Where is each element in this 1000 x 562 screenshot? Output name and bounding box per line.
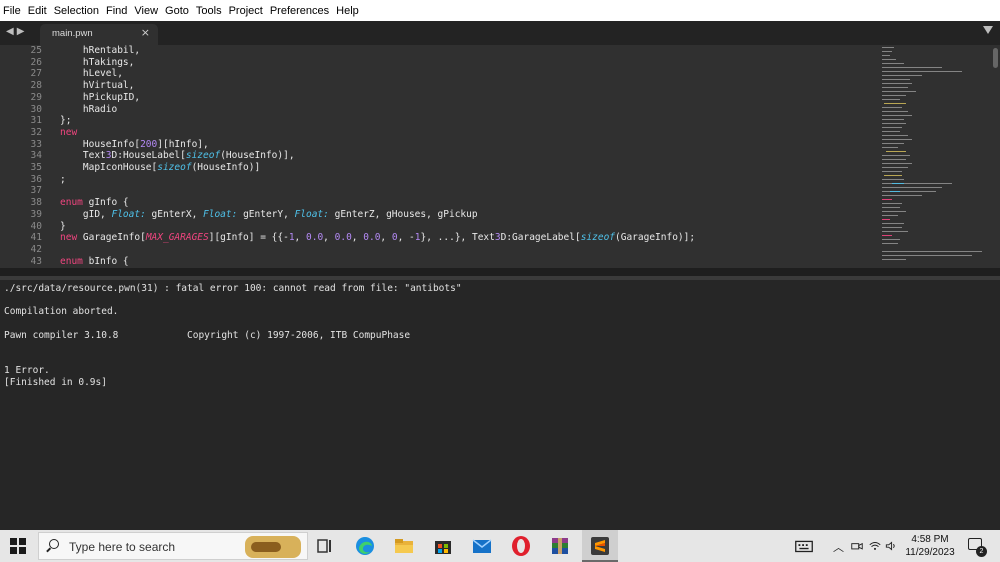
code-line: } xyxy=(60,220,66,232)
code-line: hRentabil, xyxy=(60,45,141,56)
output-line: Compilation aborted. xyxy=(4,306,119,317)
system-clock[interactable]: 4:58 PM 11/29/2023 xyxy=(900,533,960,559)
build-output-panel[interactable]: ./src/data/resource.pwn(31) : fatal erro… xyxy=(0,280,1000,530)
tab-label: main.pwn xyxy=(52,28,93,39)
code-line: }; xyxy=(60,115,72,127)
output-line: Pawn compiler 3.10.8 Copyright (c) 1997-… xyxy=(4,330,411,341)
edge-icon[interactable] xyxy=(353,534,377,558)
code-line: hPickupID, xyxy=(60,91,141,103)
search-icon xyxy=(49,539,59,549)
line-number: 34 xyxy=(30,150,42,162)
tab-navigation: ◀ ▶ xyxy=(6,26,24,38)
task-view-icon[interactable] xyxy=(313,534,337,558)
line-number: 41 xyxy=(30,232,42,244)
code-line: hTakings, xyxy=(60,56,135,68)
line-number: 29 xyxy=(30,91,42,103)
code-line: MapIconHouse[sizeof(HouseInfo)] xyxy=(60,162,261,173)
line-number: 38 xyxy=(30,197,42,209)
meet-now-icon[interactable] xyxy=(850,534,864,558)
output-error-line: ./src/data/resource.pwn(31) : fatal erro… xyxy=(4,283,462,294)
tab-next-icon[interactable]: ▶ xyxy=(17,26,25,38)
wifi-icon[interactable] xyxy=(868,534,882,558)
menu-selection[interactable]: Selection xyxy=(54,5,99,17)
code-line: HouseInfo[200][hInfo], xyxy=(60,138,209,150)
code-line: Text3D:HouseLabel[sizeof(HouseInfo)], xyxy=(60,150,295,162)
opera-icon[interactable] xyxy=(509,534,533,558)
mail-icon[interactable] xyxy=(470,534,494,558)
code-line: enum bInfo { xyxy=(60,255,129,267)
menu-help[interactable]: Help xyxy=(336,5,359,17)
minimap-preview xyxy=(882,47,982,260)
code-area[interactable]: hRentabil, hTakings, hLevel, hVirtual, h… xyxy=(60,45,875,268)
tab-list-dropdown-icon[interactable] xyxy=(983,26,993,34)
input-indicator-icon[interactable] xyxy=(793,534,815,558)
clock-date: 11/29/2023 xyxy=(905,547,955,558)
winrar-icon[interactable] xyxy=(548,534,572,558)
menu-tools[interactable]: Tools xyxy=(196,5,222,17)
notification-badge: 2 xyxy=(976,546,987,557)
tab-bar: ◀ ▶ main.pwn × xyxy=(0,21,1000,45)
code-line: ; xyxy=(60,173,66,185)
line-number: 27 xyxy=(30,68,42,80)
menu-project[interactable]: Project xyxy=(229,5,263,17)
line-number: 33 xyxy=(30,138,42,150)
minimap[interactable] xyxy=(878,45,990,268)
line-number: 39 xyxy=(30,208,42,220)
menu-edit[interactable]: Edit xyxy=(28,5,47,17)
code-line: enum gInfo { xyxy=(60,197,129,209)
line-number: 30 xyxy=(30,103,42,115)
menu-goto[interactable]: Goto xyxy=(165,5,189,17)
menu-preferences[interactable]: Preferences xyxy=(270,5,329,17)
store-icon[interactable] xyxy=(431,534,455,558)
line-number-gutter: 25 26 27 28 29 30 31 32 33 34 35 36 37 3… xyxy=(0,45,50,268)
output-line: 1 Error. xyxy=(4,365,50,376)
tab-prev-icon[interactable]: ◀ xyxy=(6,26,14,38)
line-number: 40 xyxy=(30,220,42,232)
line-number: 28 xyxy=(30,80,42,92)
menu-file[interactable]: File xyxy=(3,5,21,17)
start-windows-icon[interactable] xyxy=(10,538,26,554)
code-line: new GarageInfo[MAX_GARAGES][gInfo] = {{-… xyxy=(60,232,696,244)
clock-time: 4:58 PM xyxy=(911,534,949,545)
taskbar-search-box[interactable]: Type here to search xyxy=(38,532,308,560)
code-editor[interactable]: 25 26 27 28 29 30 31 32 33 34 35 36 37 3… xyxy=(0,45,1000,268)
line-number: 26 xyxy=(30,56,42,68)
output-line: [Finished in 0.9s] xyxy=(4,377,107,388)
file-explorer-icon[interactable] xyxy=(392,534,416,558)
code-line: gID, Float: gEnterX, Float: gEnterY, Flo… xyxy=(60,208,478,220)
code-line: hVirtual, xyxy=(60,80,135,92)
search-placeholder: Type here to search xyxy=(69,540,176,554)
line-number: 35 xyxy=(30,162,42,173)
search-highlight-image xyxy=(245,536,301,558)
line-number: 32 xyxy=(30,126,42,138)
vertical-scrollbar[interactable] xyxy=(993,48,998,68)
chevron-up-icon[interactable]: ︿ xyxy=(833,539,844,555)
tab-close-icon[interactable]: × xyxy=(141,26,150,39)
line-number: 36 xyxy=(30,173,42,185)
code-line: hRadio xyxy=(60,103,118,115)
line-number: 43 xyxy=(30,255,42,267)
sublime-text-icon[interactable] xyxy=(588,534,612,558)
line-number: 31 xyxy=(30,115,42,127)
menu-view[interactable]: View xyxy=(134,5,158,17)
line-number: 37 xyxy=(30,185,42,197)
line-number: 25 xyxy=(30,45,42,56)
code-line: new xyxy=(60,126,78,138)
tab-main-pwn[interactable]: main.pwn × xyxy=(40,24,158,45)
code-line: hLevel, xyxy=(60,68,123,80)
line-number: 42 xyxy=(30,243,42,255)
volume-icon[interactable] xyxy=(884,534,898,558)
menu-bar: File Edit Selection Find View Goto Tools… xyxy=(0,0,1000,21)
menu-find[interactable]: Find xyxy=(106,5,127,17)
taskbar: Type here to search ︿ 4:58 PM 11/29/2023… xyxy=(0,530,1000,562)
